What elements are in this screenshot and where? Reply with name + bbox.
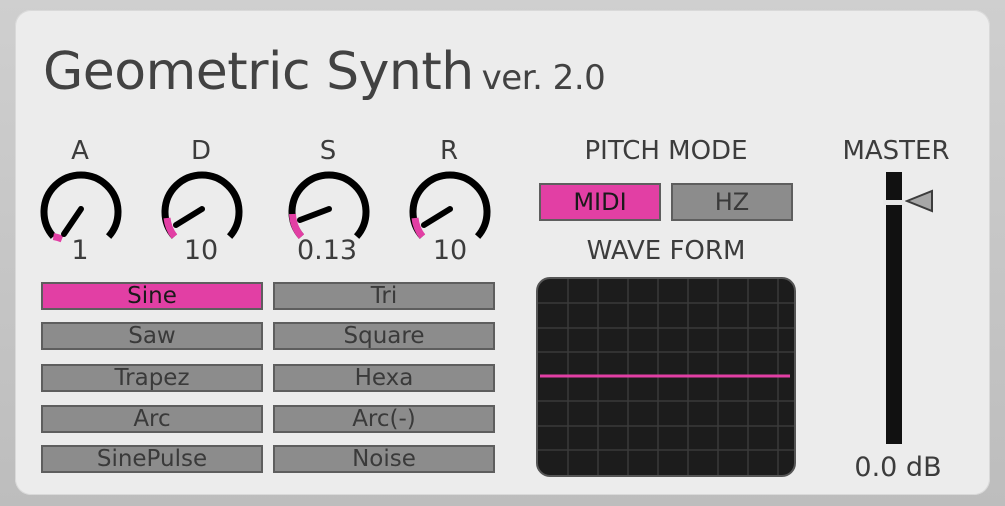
- master-fader-handle[interactable]: [883, 200, 905, 205]
- waveform-tri-button[interactable]: Tri: [273, 282, 495, 310]
- waveform-grid: [538, 279, 794, 475]
- waveform-display: [536, 277, 796, 477]
- fader-pointer-icon[interactable]: [905, 189, 935, 213]
- waveform-arc-button[interactable]: Arc: [41, 405, 263, 433]
- sustain-value: 0.13: [296, 235, 358, 266]
- release-label: R: [439, 136, 459, 166]
- decay-value: 10: [183, 235, 219, 266]
- attack-label: A: [71, 136, 89, 166]
- pitch-mode-midi-button[interactable]: MIDI: [539, 183, 661, 221]
- pitch-mode-hz-button[interactable]: HZ: [671, 183, 793, 221]
- master-label: MASTER: [842, 136, 950, 166]
- master-value: 0.0 dB: [854, 452, 942, 483]
- waveform-sinepulse-button[interactable]: SinePulse: [41, 445, 263, 473]
- release-value: 10: [432, 235, 468, 266]
- title-text: Geometric Synth: [43, 42, 474, 102]
- attack-value: 1: [71, 235, 89, 266]
- waveform-hexa-button[interactable]: Hexa: [273, 364, 495, 392]
- waveform-trapez-button[interactable]: Trapez: [41, 364, 263, 392]
- decay-label: D: [190, 136, 212, 166]
- master-fader-track[interactable]: [886, 172, 902, 444]
- version-text: ver. 2.0: [481, 58, 606, 98]
- waveform-saw-button[interactable]: Saw: [41, 322, 263, 350]
- app-title: Geometric Synth ver. 2.0: [43, 40, 606, 110]
- waveform-sine-button[interactable]: Sine: [41, 282, 263, 310]
- waveform-arc-negative-button[interactable]: Arc(-): [273, 405, 495, 433]
- waveform-square-button[interactable]: Square: [273, 322, 495, 350]
- window-background: Geometric Synth ver. 2.0 A D S R 1 10 0.…: [0, 0, 1005, 506]
- waveform-noise-button[interactable]: Noise: [273, 445, 495, 473]
- wave-form-label: WAVE FORM: [586, 236, 746, 266]
- sustain-label: S: [319, 136, 337, 166]
- pitch-mode-label: PITCH MODE: [584, 136, 748, 166]
